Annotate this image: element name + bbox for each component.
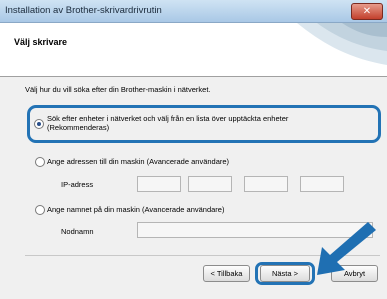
installer-window: Installation av Brother-skrivardrivrutin…: [0, 0, 387, 299]
pointer-arrow-icon: [317, 222, 376, 275]
